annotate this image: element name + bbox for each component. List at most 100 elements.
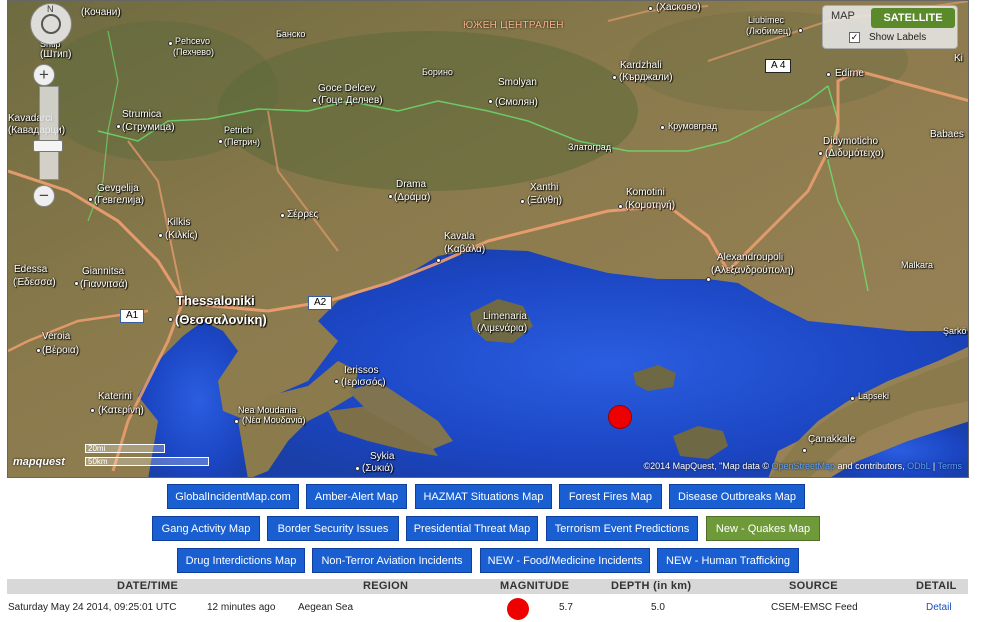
attribution-text: ©2014 MapQuest, "Map data ©: [643, 461, 769, 471]
satellite-view-button[interactable]: SATELLITE: [871, 8, 955, 28]
place-label: (Νέα Μουδανιά): [242, 415, 306, 425]
zoom-control: N + −: [30, 3, 82, 213]
nav-button-hazmat[interactable]: HAZMAT Situations Map: [415, 484, 552, 509]
zoom-slider-thumb[interactable]: [33, 140, 63, 152]
place-label-major: (Θεσσαλονίκη): [175, 312, 267, 327]
nav-button-amber-alert[interactable]: Amber-Alert Map: [306, 484, 407, 509]
nav-button-aviation-incidents[interactable]: Non-Terror Aviation Incidents: [312, 548, 472, 573]
city-dot: [388, 194, 393, 199]
place-label: Kavala: [444, 231, 475, 242]
terms-link[interactable]: Terms: [938, 461, 963, 471]
nav-button-globalincidentmap[interactable]: GlobalIncidentMap.com: [167, 484, 299, 509]
city-dot: [74, 281, 79, 286]
place-label: (Βέροια): [42, 345, 80, 356]
quake-table-header: DATE/TIME REGION MAGNITUDE DEPTH (in km)…: [7, 579, 968, 594]
place-label: (Хасково): [656, 2, 701, 13]
city-dot: [798, 28, 803, 33]
place-label: Liubimec: [748, 15, 785, 25]
zoom-out-button[interactable]: −: [33, 185, 55, 207]
nav-button-presidential-threat[interactable]: Presidential Threat Map: [406, 516, 538, 541]
scale-bar-km: 50km: [85, 457, 209, 466]
road-shield-a4: A 4: [765, 59, 792, 73]
map-view[interactable]: ЮЖЕН ЦЕНТРАЛЕН (Кочани) Shtip (Штип) Peh…: [7, 0, 969, 478]
nav-button-gang-activity[interactable]: Gang Activity Map: [152, 516, 260, 541]
column-header-region: REGION: [363, 580, 409, 592]
place-label: Petrich: [224, 125, 253, 135]
place-label: Goce Delcev: [318, 83, 376, 94]
road-shield-a1: A1: [120, 309, 145, 323]
region-label: ЮЖЕН ЦЕНТРАЛЕН: [463, 20, 564, 31]
place-label: Банско: [276, 29, 306, 39]
place-label: Giannitsa: [82, 266, 125, 277]
attribution-text: and contributors,: [837, 461, 905, 471]
place-label: Veroia: [42, 331, 71, 342]
place-label: Çanakkale: [808, 434, 856, 445]
nav-button-quakes-map[interactable]: New - Quakes Map: [706, 516, 820, 541]
place-label: (Ιερισσός): [341, 377, 386, 388]
place-label: (Γιαννιτσά): [80, 279, 128, 290]
city-dot: [218, 139, 223, 144]
place-label: (Κομοτηνή): [625, 200, 676, 211]
nav-button-terrorism-predictions[interactable]: Terrorism Event Predictions: [546, 516, 698, 541]
place-label: (Гевгелија): [94, 195, 145, 206]
place-label: (Κιλκίς): [165, 230, 198, 241]
nav-button-forest-fires[interactable]: Forest Fires Map: [559, 484, 662, 509]
place-label: (Петрич): [224, 137, 261, 147]
column-header-detail: DETAIL: [916, 580, 957, 592]
city-dot: [802, 448, 807, 453]
place-label: (Смолян): [495, 97, 538, 108]
city-dot: [116, 124, 121, 129]
detail-link[interactable]: Detail: [926, 602, 952, 614]
pan-compass[interactable]: N: [30, 3, 72, 45]
map-terrain: [8, 1, 968, 477]
north-label: N: [47, 4, 54, 14]
cell-region: Aegean Sea: [298, 602, 354, 613]
nav-button-food-medicine[interactable]: NEW - Food/Medicine Incidents: [480, 548, 650, 573]
show-labels-label: Show Labels: [869, 32, 927, 43]
zoom-slider-track[interactable]: [39, 86, 59, 180]
place-label: Pehcevo: [175, 36, 211, 46]
nav-button-drug-interdictions[interactable]: Drug Interdictions Map: [177, 548, 305, 573]
city-dot: [706, 277, 711, 282]
city-dot: [168, 317, 173, 322]
place-label: Komotini: [626, 187, 665, 198]
city-dot: [826, 72, 831, 77]
place-label: Ki: [954, 53, 963, 64]
zoom-in-button[interactable]: +: [33, 64, 55, 86]
place-label: (Καβάλα): [444, 244, 486, 255]
city-dot: [436, 258, 441, 263]
place-label: Sykia: [370, 451, 395, 462]
earthquake-marker[interactable]: [608, 405, 632, 429]
map-attribution: ©2014 MapQuest, "Map data © OpenStreetMa…: [643, 461, 962, 471]
nav-button-border-security[interactable]: Border Security Issues: [267, 516, 399, 541]
map-view-button[interactable]: MAP: [831, 10, 855, 22]
compass-icon: [41, 14, 61, 34]
place-label: Malkara: [901, 260, 934, 270]
place-label: Smolyan: [498, 77, 537, 88]
place-label: Xanthi: [530, 182, 559, 193]
place-label: (Любимец): [746, 26, 792, 36]
city-dot: [355, 466, 360, 471]
column-header-depth: DEPTH (in km): [611, 580, 692, 592]
mapquest-logo[interactable]: mapquest: [13, 456, 65, 468]
osm-link[interactable]: OpenStreetMap: [771, 461, 835, 471]
place-label: Ierissos: [344, 365, 379, 376]
place-label: Lapseki: [858, 391, 890, 401]
place-label: Edessa: [14, 264, 48, 275]
cell-datetime: Saturday May 24 2014, 09:25:01 UTC: [8, 602, 177, 613]
city-dot: [648, 6, 653, 11]
place-label: (Δράμα): [394, 192, 431, 203]
city-dot: [520, 199, 525, 204]
cell-source: CSEM-EMSC Feed: [771, 602, 858, 613]
odbl-link[interactable]: ODbL: [907, 461, 930, 471]
road-shield-a2: A2: [308, 296, 333, 310]
city-dot: [850, 396, 855, 401]
cell-depth: 5.0: [651, 602, 665, 613]
scale-bar-miles: 20mi: [85, 444, 165, 453]
map-type-control: MAP SATELLITE ✓ Show Labels: [822, 5, 958, 49]
nav-button-human-trafficking[interactable]: NEW - Human Trafficking: [657, 548, 799, 573]
show-labels-checkbox[interactable]: ✓: [849, 32, 860, 43]
place-label: (Пехчево): [173, 47, 214, 57]
nav-button-disease-outbreaks[interactable]: Disease Outbreaks Map: [669, 484, 805, 509]
column-header-datetime: DATE/TIME: [117, 580, 179, 592]
